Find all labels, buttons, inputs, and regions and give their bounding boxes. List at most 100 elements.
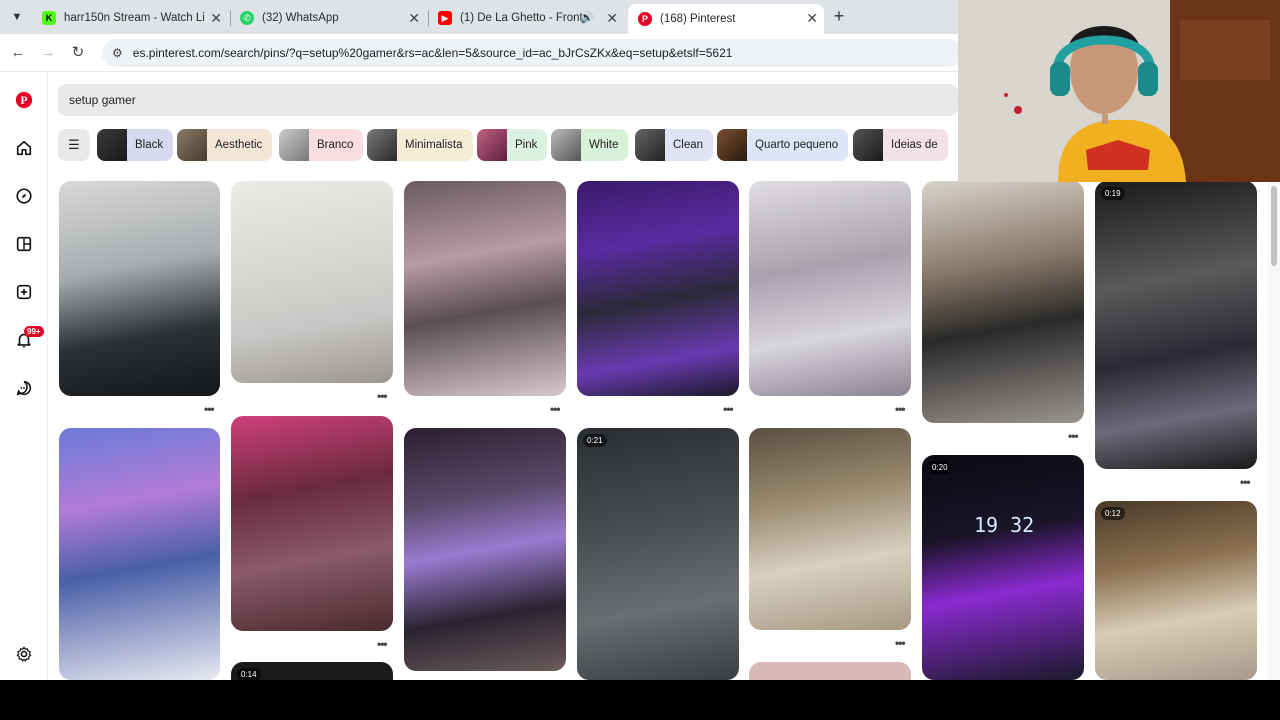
- video-duration: 0:20: [928, 461, 952, 474]
- video-duration: 0:19: [1101, 187, 1125, 200]
- pin-image[interactable]: [404, 181, 566, 396]
- create-icon[interactable]: [14, 282, 34, 302]
- tab-title: harr150n Stream - Watch Live on K: [64, 12, 204, 24]
- close-tab-icon[interactable]: ✕: [408, 10, 420, 27]
- chip-ideias-de[interactable]: Ideias de: [853, 129, 948, 161]
- messages-icon[interactable]: [14, 378, 34, 398]
- site-info-icon[interactable]: ⚙: [112, 46, 123, 60]
- tab-title: (168) Pinterest: [660, 13, 736, 25]
- pin-image[interactable]: 0:14: [231, 662, 393, 680]
- notification-badge: 99+: [24, 326, 44, 337]
- more-options-icon[interactable]: •••: [1240, 475, 1251, 489]
- video-duration: 0:12: [1101, 507, 1125, 520]
- svg-text:P: P: [20, 94, 27, 107]
- chip-thumbnail: [853, 129, 883, 161]
- chip-thumbnail: [717, 129, 747, 161]
- chip-label: White: [589, 139, 619, 151]
- pin-image[interactable]: [577, 181, 739, 396]
- home-icon[interactable]: [14, 138, 34, 158]
- pinterest-icon: P: [638, 12, 652, 26]
- search-input[interactable]: setup gamer: [58, 84, 958, 116]
- kick-icon: K: [42, 11, 56, 25]
- video-duration: 0:14: [237, 668, 261, 680]
- pin-image[interactable]: [59, 181, 220, 396]
- taskbar: [0, 680, 1280, 720]
- reload-icon[interactable]: ↻: [67, 42, 89, 64]
- pin-image[interactable]: 0:19: [1095, 181, 1257, 469]
- tab-pinterest[interactable]: P (168) Pinterest ✕: [628, 4, 824, 34]
- tab-youtube[interactable]: ▶ (1) De La Ghetto - Frontear 🔊 ✕: [428, 4, 624, 32]
- chip-label: Branco: [317, 139, 354, 151]
- tab-whatsapp[interactable]: ✆ (32) WhatsApp ✕: [230, 4, 426, 32]
- chip-thumbnail: [97, 129, 127, 161]
- chip-thumbnail: [177, 129, 207, 161]
- chip-thumbnail: [635, 129, 665, 161]
- scrollbar-thumb[interactable]: [1271, 186, 1277, 266]
- pin-image[interactable]: [59, 428, 220, 680]
- youtube-icon: ▶: [438, 11, 452, 25]
- more-options-icon[interactable]: •••: [550, 402, 561, 416]
- filter-sliders-icon[interactable]: ☰: [58, 129, 90, 161]
- close-tab-icon[interactable]: ✕: [606, 10, 618, 27]
- address-bar[interactable]: ⚙ es.pinterest.com/search/pins/?q=setup%…: [102, 39, 962, 67]
- pin-image[interactable]: 0:20 19 32: [922, 455, 1084, 680]
- pin-image[interactable]: [749, 181, 911, 396]
- close-tab-icon[interactable]: ✕: [210, 10, 222, 27]
- more-options-icon[interactable]: •••: [895, 402, 906, 416]
- chip-label: Pink: [515, 139, 538, 151]
- more-options-icon[interactable]: •••: [204, 402, 215, 416]
- related-chips-row: ☰ Black Aesthetic Branco Minimalista Pin…: [58, 129, 968, 161]
- pinterest-sidebar: P 99+: [0, 72, 48, 680]
- pin-image[interactable]: [231, 416, 393, 631]
- settings-icon[interactable]: [14, 644, 34, 664]
- more-options-icon[interactable]: •••: [895, 636, 906, 650]
- new-tab-button[interactable]: +: [828, 6, 850, 28]
- more-options-icon[interactable]: •••: [1068, 429, 1079, 443]
- chip-pink[interactable]: Pink: [477, 129, 548, 161]
- chip-thumbnail: [477, 129, 507, 161]
- chip-white[interactable]: White: [551, 129, 629, 161]
- chip-aesthetic[interactable]: Aesthetic: [177, 129, 273, 161]
- tab-title: (32) WhatsApp: [262, 12, 339, 24]
- pinterest-logo-icon[interactable]: P: [14, 90, 34, 110]
- tab-title: (1) De La Ghetto - Frontear: [460, 12, 582, 24]
- back-arrow-icon[interactable]: ←: [7, 42, 29, 64]
- chip-black[interactable]: Black: [97, 129, 174, 161]
- more-options-icon[interactable]: •••: [377, 637, 388, 651]
- chip-branco[interactable]: Branco: [279, 129, 364, 161]
- chip-quarto-pequeno[interactable]: Quarto pequeno: [717, 129, 849, 161]
- speaker-icon[interactable]: 🔊: [580, 11, 594, 24]
- tab-search-chevron-icon[interactable]: ▼: [6, 6, 28, 28]
- chip-label: Aesthetic: [215, 139, 263, 151]
- tab-kick[interactable]: K harr150n Stream - Watch Live on K ✕: [32, 4, 228, 32]
- pin-image[interactable]: [404, 428, 566, 671]
- chip-clean[interactable]: Clean: [635, 129, 714, 161]
- more-options-icon[interactable]: •••: [377, 389, 388, 403]
- chip-label: Minimalista: [405, 139, 463, 151]
- clock-display-icon: 19 32: [974, 513, 1035, 537]
- explore-icon[interactable]: [14, 186, 34, 206]
- video-duration: 0:21: [583, 434, 607, 447]
- pin-image[interactable]: 0:12: [1095, 501, 1257, 680]
- pin-image[interactable]: [749, 662, 911, 680]
- boards-icon[interactable]: [14, 234, 34, 254]
- chip-label: Clean: [673, 139, 704, 151]
- whatsapp-icon: ✆: [240, 11, 254, 25]
- search-query-text: setup gamer: [69, 93, 136, 107]
- pin-image[interactable]: 0:21: [577, 428, 739, 680]
- pin-image[interactable]: [922, 181, 1084, 423]
- more-options-icon[interactable]: •••: [723, 402, 734, 416]
- chip-label: Black: [135, 139, 164, 151]
- url-text: es.pinterest.com/search/pins/?q=setup%20…: [132, 46, 733, 60]
- forward-arrow-icon[interactable]: →: [37, 42, 59, 64]
- chip-minimalista[interactable]: Minimalista: [367, 129, 473, 161]
- chip-label: Ideias de: [891, 139, 938, 151]
- pin-image[interactable]: [231, 181, 393, 383]
- chip-thumbnail: [551, 129, 581, 161]
- close-tab-icon[interactable]: ✕: [806, 10, 818, 27]
- pin-image[interactable]: [749, 428, 911, 630]
- chip-thumbnail: [279, 129, 309, 161]
- streamer-webcam-image: [958, 0, 1280, 182]
- webcam-overlay: [958, 0, 1280, 182]
- browser-window: ▼ K harr150n Stream - Watch Live on K ✕ …: [0, 0, 1280, 680]
